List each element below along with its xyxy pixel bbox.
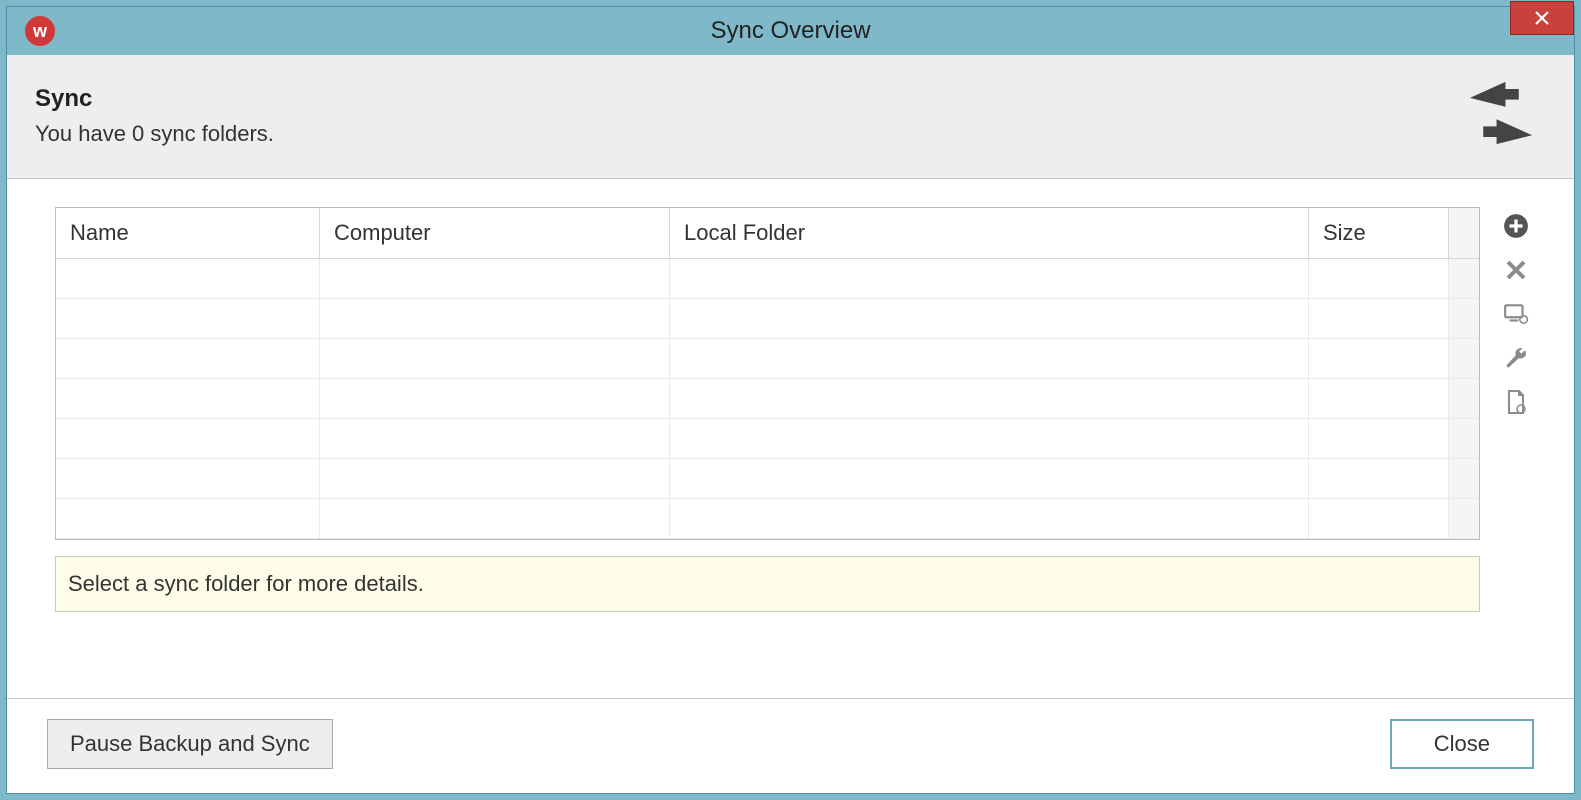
table-header: Name Computer Local Folder Size (56, 208, 1479, 259)
column-header-computer[interactable]: Computer (320, 208, 670, 258)
header-text: Sync You have 0 sync folders. (35, 85, 274, 147)
column-header-local-folder[interactable]: Local Folder (670, 208, 1309, 258)
window-title: Sync Overview (710, 17, 870, 45)
pause-backup-button[interactable]: Pause Backup and Sync (47, 719, 333, 769)
close-button[interactable]: Close (1390, 719, 1534, 769)
sync-overview-window: w Sync Overview Sync You have 0 sync fol… (6, 6, 1575, 794)
settings-button[interactable] (1501, 343, 1531, 373)
x-icon (1504, 258, 1528, 282)
info-bar: Select a sync folder for more details. (55, 556, 1480, 612)
table-row[interactable] (56, 259, 1479, 299)
header-title: Sync (35, 85, 274, 113)
computer-icon (1503, 301, 1529, 327)
header-area: Sync You have 0 sync folders. (7, 55, 1574, 179)
header-subtitle: You have 0 sync folders. (35, 121, 274, 147)
table-row[interactable] (56, 459, 1479, 499)
table-body (56, 259, 1479, 539)
table-row[interactable] (56, 299, 1479, 339)
close-icon (1534, 10, 1550, 26)
titlebar: w Sync Overview (7, 7, 1574, 55)
app-icon: w (25, 16, 55, 46)
column-header-name[interactable]: Name (56, 208, 320, 258)
sync-arrows-icon (1456, 73, 1546, 158)
sync-folders-table[interactable]: Name Computer Local Folder Size (55, 207, 1480, 540)
table-row[interactable] (56, 339, 1479, 379)
table-row[interactable] (56, 499, 1479, 539)
column-scroll-spacer (1449, 208, 1479, 258)
column-header-size[interactable]: Size (1309, 208, 1449, 258)
content-area: Name Computer Local Folder Size Select a… (7, 179, 1574, 698)
window-close-button[interactable] (1510, 1, 1574, 35)
computer-settings-button[interactable] (1501, 299, 1531, 329)
table-row[interactable] (56, 419, 1479, 459)
footer: Pause Backup and Sync Close (7, 698, 1574, 793)
document-icon (1504, 389, 1528, 415)
plus-circle-icon (1503, 213, 1529, 239)
table-row[interactable] (56, 379, 1479, 419)
side-toolbar (1498, 207, 1534, 678)
remove-button[interactable] (1501, 255, 1531, 285)
table-area: Name Computer Local Folder Size Select a… (55, 207, 1480, 678)
wrench-icon (1503, 345, 1529, 371)
document-button[interactable] (1501, 387, 1531, 417)
add-button[interactable] (1501, 211, 1531, 241)
